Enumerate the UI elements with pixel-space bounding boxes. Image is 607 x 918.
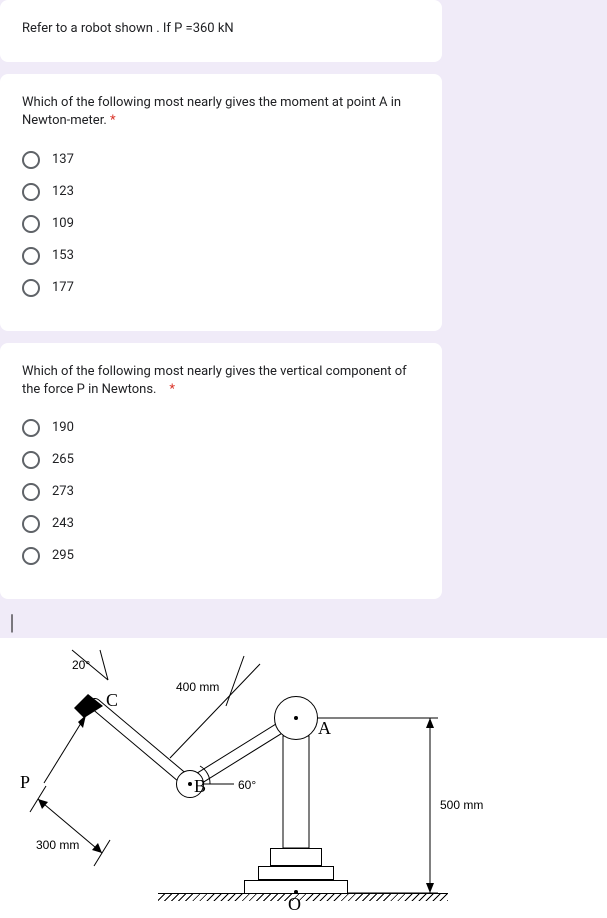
q1-option-1[interactable]: 123	[22, 183, 420, 201]
label-300mm: 300 mm	[36, 838, 79, 852]
q2-prompt: Which of the following most nearly gives…	[22, 363, 420, 399]
q1-option-3[interactable]: 153	[22, 247, 420, 265]
q2-option-2-label: 273	[52, 484, 74, 499]
card-question-1: Which of the following most nearly gives…	[0, 74, 442, 330]
q2-option-1-label: 265	[52, 452, 74, 467]
label-60deg: 60°	[238, 778, 256, 792]
q2-option-0-label: 190	[52, 420, 74, 435]
joint-B-center	[188, 782, 192, 786]
joint-C-center	[93, 702, 97, 706]
q1-option-4[interactable]: 177	[22, 279, 420, 297]
card-question-2: Which of the following most nearly gives…	[0, 343, 442, 599]
pedestal-tier-2	[258, 866, 334, 880]
radio-icon	[22, 483, 40, 501]
q1-option-0[interactable]: 137	[22, 151, 420, 169]
radio-icon	[22, 183, 40, 201]
q1-option-4-label: 177	[52, 280, 74, 295]
radio-icon	[22, 515, 40, 533]
q1-options: 137 123 109 153 177	[22, 151, 420, 297]
label-20deg: 20°	[72, 658, 90, 672]
label-B: B	[194, 776, 206, 797]
card-context: Refer to a robot shown . If P =360 kN	[0, 0, 442, 62]
q1-required: *	[110, 113, 116, 128]
q2-option-4[interactable]: 295	[22, 547, 420, 565]
label-400mm: 400 mm	[176, 680, 219, 694]
q1-prompt-text: Which of the following most nearly gives…	[22, 95, 401, 128]
q2-option-2[interactable]: 273	[22, 483, 420, 501]
ground-hatch	[158, 893, 448, 901]
q1-prompt: Which of the following most nearly gives…	[22, 94, 420, 130]
q2-option-4-label: 295	[52, 548, 74, 563]
q1-option-3-label: 153	[52, 248, 74, 263]
q2-option-0[interactable]: 190	[22, 419, 420, 437]
q2-option-3[interactable]: 243	[22, 515, 420, 533]
q1-option-1-label: 123	[52, 184, 74, 199]
label-500mm: 500 mm	[440, 798, 483, 812]
context-text: Refer to a robot shown . If P =360 kN	[22, 20, 420, 38]
radio-icon	[22, 451, 40, 469]
q2-required: *	[169, 382, 175, 397]
label-O: O	[288, 894, 301, 915]
q1-option-2-label: 109	[52, 216, 74, 231]
joint-A-center	[294, 716, 298, 720]
label-A: A	[318, 718, 331, 739]
q2-prompt-text: Which of the following most nearly gives…	[22, 364, 407, 397]
q1-option-0-label: 137	[52, 152, 74, 167]
robot-figure: 20° 400 mm C A B P 60° 300 mm 500 mm O	[0, 638, 607, 918]
text-cursor: |	[0, 611, 607, 638]
q2-option-1[interactable]: 265	[22, 451, 420, 469]
label-C: C	[106, 690, 118, 711]
pedestal-tier-1	[270, 848, 322, 866]
radio-icon	[22, 151, 40, 169]
radio-icon	[22, 419, 40, 437]
q2-prompt-space	[160, 382, 166, 397]
q1-option-2[interactable]: 109	[22, 215, 420, 233]
q2-options: 190 265 273 243 295	[22, 419, 420, 565]
radio-icon	[22, 279, 40, 297]
q2-option-3-label: 243	[52, 516, 74, 531]
radio-icon	[22, 215, 40, 233]
radio-icon	[22, 247, 40, 265]
label-P: P	[20, 772, 30, 793]
radio-icon	[22, 547, 40, 565]
